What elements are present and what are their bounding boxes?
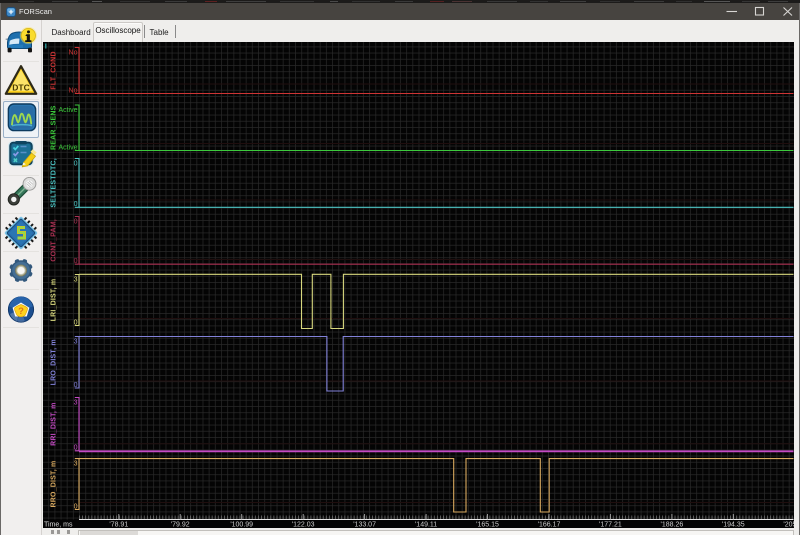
svg-text:0: 0 <box>74 382 78 389</box>
svg-text:No: No <box>69 50 78 57</box>
svg-text:FLT_COND: FLT_COND <box>51 51 58 89</box>
svg-text:0: 0 <box>74 161 78 168</box>
svg-text:RRI_DIST, m: RRI_DIST, m <box>51 402 58 445</box>
svg-text:Active: Active <box>58 144 77 151</box>
svg-text:REAR_SENS: REAR_SENS <box>51 105 58 150</box>
svg-text:Active: Active <box>58 107 77 114</box>
svg-text:DTC: DTC <box>12 82 29 92</box>
svg-text:LRO_DIST, m: LRO_DIST, m <box>51 339 58 385</box>
svg-text:?: ? <box>18 307 24 318</box>
svg-text:0: 0 <box>74 219 78 226</box>
svg-text:CONT_PAM,: CONT_PAM, <box>51 219 58 262</box>
svg-text:0: 0 <box>74 258 78 265</box>
svg-text:3: 3 <box>74 277 78 284</box>
svg-text:LRI_DIST, m: LRI_DIST, m <box>51 279 58 322</box>
svg-text:0: 0 <box>74 445 78 452</box>
svg-text:RRO_DIST, m: RRO_DIST, m <box>51 461 58 508</box>
svg-text:SELTESTDTC,: SELTESTDTC, <box>51 158 58 208</box>
svg-text:3: 3 <box>74 400 78 407</box>
svg-text:No: No <box>69 87 78 94</box>
svg-text:3: 3 <box>74 339 78 346</box>
svg-text:0: 0 <box>74 319 78 326</box>
svg-text:0: 0 <box>74 201 78 208</box>
svg-text:3: 3 <box>74 461 78 468</box>
svg-text:0: 0 <box>74 503 78 510</box>
